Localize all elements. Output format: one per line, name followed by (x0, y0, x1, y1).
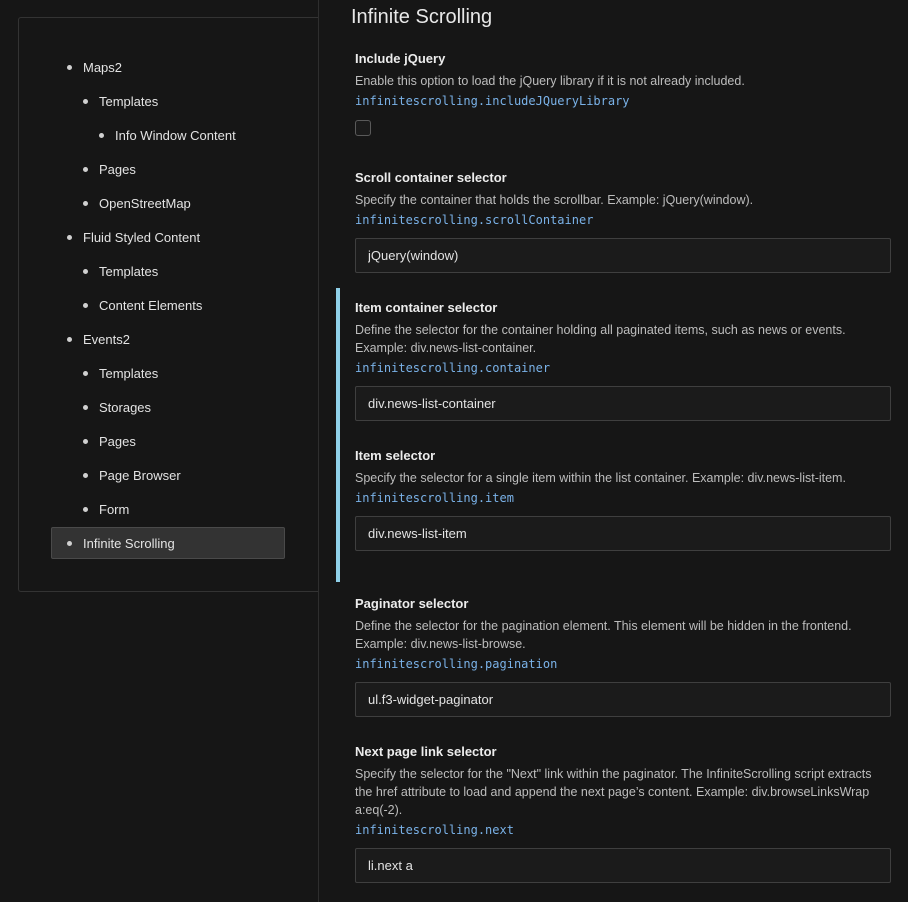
include-jquery-checkbox[interactable] (355, 120, 371, 136)
tree-item-events2-pages[interactable]: Pages (83, 424, 136, 458)
tree-item-label: Fluid Styled Content (83, 229, 201, 245)
bullet-icon (83, 200, 88, 206)
bullet-icon (67, 336, 72, 342)
paginator-input[interactable] (355, 682, 891, 717)
setting-description: Enable this option to load the jQuery li… (355, 74, 745, 88)
bullet-icon (83, 166, 88, 172)
tree-item-form[interactable]: Form (83, 492, 129, 526)
tree-item-info-window-content[interactable]: Info Window Content (99, 118, 236, 152)
bullet-icon (67, 540, 72, 546)
setting-label: Scroll container selector (355, 170, 507, 185)
tree-pane: Maps2 Templates Info Window Content Page… (0, 0, 319, 902)
tree-item-label: Templates (99, 263, 159, 279)
bullet-icon (83, 404, 88, 410)
item-selector-input[interactable] (355, 516, 891, 551)
setting-label: Item selector (355, 448, 436, 463)
tree-item-label: Page Browser (99, 467, 181, 483)
setting-description: Define the selector for the pagination e… (355, 619, 852, 651)
tree-item-maps2-templates[interactable]: Templates (83, 84, 158, 118)
bullet-icon (83, 438, 88, 444)
bullet-icon (83, 268, 88, 274)
tree-item-label: Pages (99, 161, 136, 177)
tree-item-label: Storages (99, 399, 152, 415)
tree-item-content-elements[interactable]: Content Elements (83, 288, 202, 322)
tree-item-infinite-scrolling[interactable]: Infinite Scrolling (51, 527, 285, 559)
setting-description: Specify the selector for the "Next" link… (355, 767, 872, 817)
tree-item-label: Templates (99, 93, 159, 109)
tree-item-events2-templates[interactable]: Templates (83, 356, 158, 390)
setting-key: infinitescrolling.includeJQueryLibrary (355, 94, 630, 108)
tree-item-storages[interactable]: Storages (83, 390, 151, 424)
tree-item-maps2-pages[interactable]: Pages (83, 152, 136, 186)
bullet-icon (83, 302, 88, 308)
tree-item-fluid-styled-content[interactable]: Fluid Styled Content (67, 220, 200, 254)
settings-content: Infinite Scrolling Include jQuery Enable… (319, 0, 908, 902)
item-container-input[interactable] (355, 386, 891, 421)
tree-item-label: OpenStreetMap (99, 195, 191, 211)
setting-key: infinitescrolling.pagination (355, 657, 558, 671)
bullet-icon (83, 472, 88, 478)
setting-paginator: Paginator selector Define the selector f… (336, 595, 892, 717)
setting-key: infinitescrolling.next (355, 823, 514, 837)
setting-include-jquery: Include jQuery Enable this option to loa… (336, 50, 892, 136)
tree-item-maps2[interactable]: Maps2 (67, 50, 122, 84)
tree-item-label: Pages (99, 433, 136, 449)
tree-item-label: Templates (99, 365, 159, 381)
setting-item-container: Item container selector Define the selec… (336, 288, 892, 436)
setting-next-page-link: Next page link selector Specify the sele… (336, 743, 892, 883)
setting-key: infinitescrolling.item (355, 491, 514, 505)
bullet-icon (83, 370, 88, 376)
bullet-icon (83, 506, 88, 512)
tree-item-label: Events2 (83, 331, 130, 347)
setting-label: Paginator selector (355, 596, 469, 611)
setting-description: Specify the container that holds the scr… (355, 193, 754, 207)
tree-item-openstreetmap[interactable]: OpenStreetMap (83, 186, 191, 220)
tree-item-events2[interactable]: Events2 (67, 322, 130, 356)
tree-item-page-browser[interactable]: Page Browser (83, 458, 181, 492)
setting-key: infinitescrolling.scrollContainer (355, 213, 594, 227)
tree-item-label: Content Elements (99, 297, 203, 313)
setting-label: Item container selector (355, 300, 498, 315)
setting-label: Next page link selector (355, 744, 497, 759)
tree-item-label: Form (99, 501, 130, 517)
setting-key: infinitescrolling.container (355, 361, 551, 375)
setting-scroll-container: Scroll container selector Specify the co… (336, 169, 892, 273)
bullet-icon (83, 98, 88, 104)
next-page-link-input[interactable] (355, 848, 891, 883)
page-title: Infinite Scrolling (351, 6, 493, 28)
setting-item-selector: Item selector Specify the selector for a… (336, 436, 892, 582)
setting-description: Define the selector for the container ho… (355, 323, 846, 355)
tree-item-label: Info Window Content (115, 127, 236, 143)
tree-item-label: Infinite Scrolling (83, 535, 175, 551)
bullet-icon (99, 132, 104, 138)
bullet-icon (67, 234, 72, 240)
tree-item-label: Maps2 (83, 59, 123, 75)
setting-description: Specify the selector for a single item w… (355, 471, 846, 485)
tree-item-fsc-templates[interactable]: Templates (83, 254, 158, 288)
bullet-icon (67, 64, 72, 70)
setting-label: Include jQuery (355, 51, 446, 66)
scroll-container-input[interactable] (355, 238, 891, 273)
